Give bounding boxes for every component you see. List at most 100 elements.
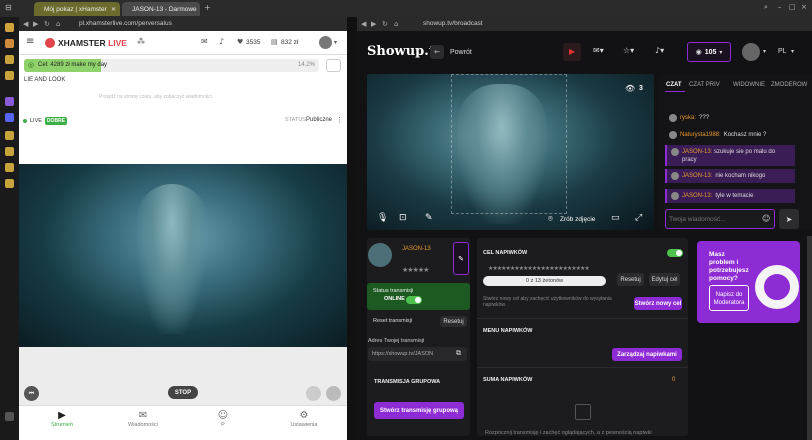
mic-icon[interactable]: 🎙 [377, 213, 388, 223]
goal-toggle[interactable] [667, 249, 683, 257]
chevron-down-icon[interactable]: ▾ [763, 48, 766, 55]
send-button[interactable]: ➤ [779, 209, 799, 229]
quality-badge: DOBRE [44, 117, 67, 125]
settings-button[interactable] [326, 386, 341, 401]
chevron-down-icon[interactable]: ▾ [334, 39, 337, 46]
status-toggle[interactable] [406, 296, 422, 304]
hamburger-icon[interactable]: ≡ [26, 36, 34, 47]
pip-icon[interactable]: ▭ [611, 213, 620, 223]
url-text-right[interactable]: showup.tv/broadcast [423, 20, 483, 27]
tab-xhamster[interactable]: Mój pokaz | xHamster × [34, 2, 120, 16]
avatar[interactable] [368, 243, 392, 267]
bell-icon[interactable]: ♪ [219, 37, 224, 46]
mail-icon[interactable]: ✉▾ [593, 46, 604, 55]
chat-user[interactable]: JASON-13: [682, 173, 712, 179]
url-text-left[interactable]: pl.xhamsterlive.com/perversalus [79, 20, 172, 27]
snapshot-label[interactable]: Zrób zdjęcie [560, 216, 595, 223]
home-icon[interactable]: ⌂ [56, 20, 60, 28]
close-icon[interactable]: × [111, 5, 116, 13]
nav-messages[interactable]: ✉ Wiadomości [113, 410, 173, 428]
browser-menu-icon[interactable]: ⊟ [5, 3, 12, 12]
forward-icon[interactable]: ▶ [33, 20, 38, 28]
scrollbar[interactable] [807, 236, 812, 440]
tokens-button[interactable]: ◉ 105 ▾ [687, 42, 731, 62]
split-divider[interactable] [347, 17, 357, 440]
back-button[interactable]: ← [430, 45, 444, 59]
chat-input[interactable] [669, 214, 757, 225]
new-tab-icon[interactable]: + [204, 3, 211, 12]
camera-switch-icon[interactable]: ⊡ [399, 213, 407, 223]
tab-moderated[interactable]: ZMODEROW [771, 82, 807, 88]
copy-icon[interactable]: ⧉ [456, 349, 461, 358]
back-icon[interactable]: ◀ [23, 20, 28, 28]
contact-moderator-button[interactable]: Napisz do Moderatora [709, 285, 749, 311]
language-selector[interactable]: PL [778, 48, 787, 55]
emoji-icon[interactable]: ☺ [762, 214, 770, 223]
window-close-icon[interactable]: × [801, 3, 807, 11]
mic-button[interactable] [306, 386, 321, 401]
tab-chat-priv[interactable]: CZAT PRIV [689, 82, 720, 88]
reload-icon[interactable]: ↻ [382, 20, 388, 28]
discord-icon[interactable] [5, 113, 14, 122]
twitch-icon[interactable] [5, 97, 14, 106]
sidebar-icon-10[interactable] [5, 179, 14, 188]
avatar[interactable] [319, 36, 332, 49]
nav-settings[interactable]: ⚙ Ustawienia [274, 410, 334, 428]
edit-profile-button[interactable]: ✎ [453, 242, 469, 275]
more-options-icon[interactable]: ⋮ [336, 116, 343, 124]
sidebar-icon-8[interactable] [5, 147, 14, 156]
grid-icon[interactable]: ⁂ [137, 37, 145, 46]
sum-title: SUMA NAPIWKÓW [483, 377, 533, 383]
reload-icon[interactable]: ↻ [44, 20, 50, 28]
record-button[interactable]: ▶ [563, 43, 581, 61]
live-indicator: LIVE DOBRE [23, 117, 67, 125]
chat-user[interactable]: ryska: [680, 115, 696, 121]
home-icon[interactable]: ⌂ [394, 20, 398, 28]
minimize-icon[interactable]: – [778, 3, 782, 11]
avatar[interactable] [742, 43, 760, 61]
forward-icon[interactable]: ▶ [371, 20, 376, 28]
sidebar-icon-3[interactable] [5, 55, 14, 64]
address-value[interactable]: https://showup.tv/JASON [372, 351, 433, 357]
tokens-balance[interactable]: 832 zł [281, 39, 298, 46]
sidebar-icon-2[interactable] [5, 39, 14, 48]
chat-user[interactable]: JASON-13: [682, 193, 712, 199]
goal-edit-button[interactable]: Edytuj cel [649, 273, 680, 286]
crop-frame[interactable] [451, 74, 567, 214]
nav-profile[interactable]: ☺ P [193, 410, 253, 428]
sidebar-icon-1[interactable] [5, 23, 14, 32]
snapshot-icon[interactable]: ⌾ [548, 214, 553, 224]
fullscreen-icon[interactable]: ⤢ [635, 213, 642, 223]
bell-icon[interactable]: ♪▾ [655, 46, 664, 55]
sidebar-icon-9[interactable] [5, 163, 14, 172]
messages-icon[interactable]: ✉ [201, 37, 208, 46]
group-broadcast-button[interactable]: Stwórz transmisję grupową [374, 402, 464, 419]
tab-audience[interactable]: WIDOWNIE [733, 82, 765, 88]
sidebar-settings-icon[interactable] [5, 412, 14, 421]
search-icon[interactable]: ⌕ [764, 3, 768, 12]
reset-transmission-button[interactable]: Resetuj [440, 316, 467, 327]
sidebar-icon-4[interactable] [5, 71, 14, 80]
back-label[interactable]: Powrót [450, 49, 472, 56]
sidebar-icon-7[interactable] [5, 131, 14, 140]
edit-goal-button[interactable] [326, 59, 341, 72]
nav-stream[interactable]: ▶ Strumień [32, 410, 92, 428]
skip-button[interactable]: ⏮ [24, 386, 39, 401]
stop-button[interactable]: STOP [168, 386, 198, 399]
online-label: ONLINE [384, 296, 405, 302]
xhamster-logo[interactable]: XHAMSTER LIVE [58, 38, 127, 48]
tab-chat[interactable]: CZAT [666, 82, 682, 88]
chat-user[interactable]: JASON-13: [682, 149, 712, 155]
tab-showup[interactable]: JASON-13 - Darmowe [122, 2, 200, 16]
goal-reset-button[interactable]: Resetuj [617, 273, 644, 286]
back-icon[interactable]: ◀ [361, 20, 366, 28]
brush-icon[interactable]: ✎ [425, 213, 433, 223]
new-goal-button[interactable]: Stwórz nowy cel [634, 297, 682, 310]
manage-tips-button[interactable]: Zarządzaj napiwkami [612, 348, 682, 361]
status-value[interactable]: Publiczne [306, 117, 332, 123]
viewers-count: 3 [639, 85, 643, 92]
chevron-down-icon[interactable]: ▾ [791, 48, 794, 55]
star-icon[interactable]: ☆▾ [623, 46, 634, 55]
maximize-icon[interactable]: □ [789, 3, 796, 11]
chat-user[interactable]: Naturysta1988: [680, 132, 721, 138]
